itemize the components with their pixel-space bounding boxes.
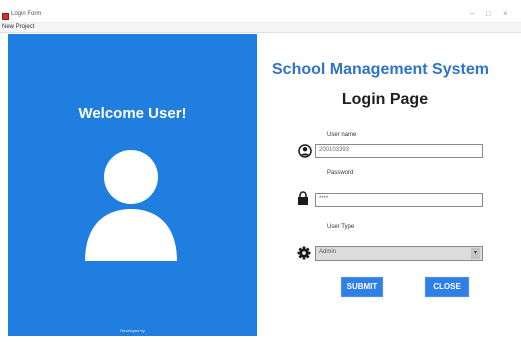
welcome-panel: Welcome User! Developed by Anonymous	[8, 34, 257, 342]
username-field[interactable]: 200103393	[315, 144, 483, 158]
close-window-button[interactable]: ×	[503, 10, 508, 18]
window-title: Login Form	[11, 11, 42, 17]
submit-button[interactable]: SUBMIT	[341, 277, 383, 297]
lock-icon	[298, 191, 308, 205]
gear-icon	[297, 246, 311, 260]
developer-name: Anonymous	[118, 336, 147, 342]
chevron-down-icon[interactable]: ▾	[471, 248, 480, 259]
user-type-select[interactable]: Admin ▾	[315, 246, 483, 261]
menu-item-new-project[interactable]: New Project	[2, 24, 34, 30]
maximize-button[interactable]: □	[486, 10, 491, 18]
page-title: Login Page	[341, 91, 429, 108]
window-titlebar: Login Form – □ ×	[0, 0, 521, 23]
username-label: User name	[327, 132, 357, 138]
app-title: School Management System	[272, 61, 489, 78]
app-icon	[2, 13, 9, 20]
user-type-label: User Type	[327, 224, 355, 230]
password-label: Password	[327, 170, 354, 176]
menu-bar: New Project	[0, 23, 521, 33]
welcome-heading: Welcome User!	[78, 105, 187, 122]
user-circle-icon	[298, 144, 312, 158]
minimize-button[interactable]: –	[470, 10, 474, 18]
close-button[interactable]: CLOSE	[425, 277, 469, 297]
developed-by-label: Developed by	[120, 328, 145, 333]
password-field[interactable]: ****	[315, 193, 483, 207]
user-icon	[85, 150, 177, 261]
user-type-selected: Admin	[319, 249, 337, 255]
